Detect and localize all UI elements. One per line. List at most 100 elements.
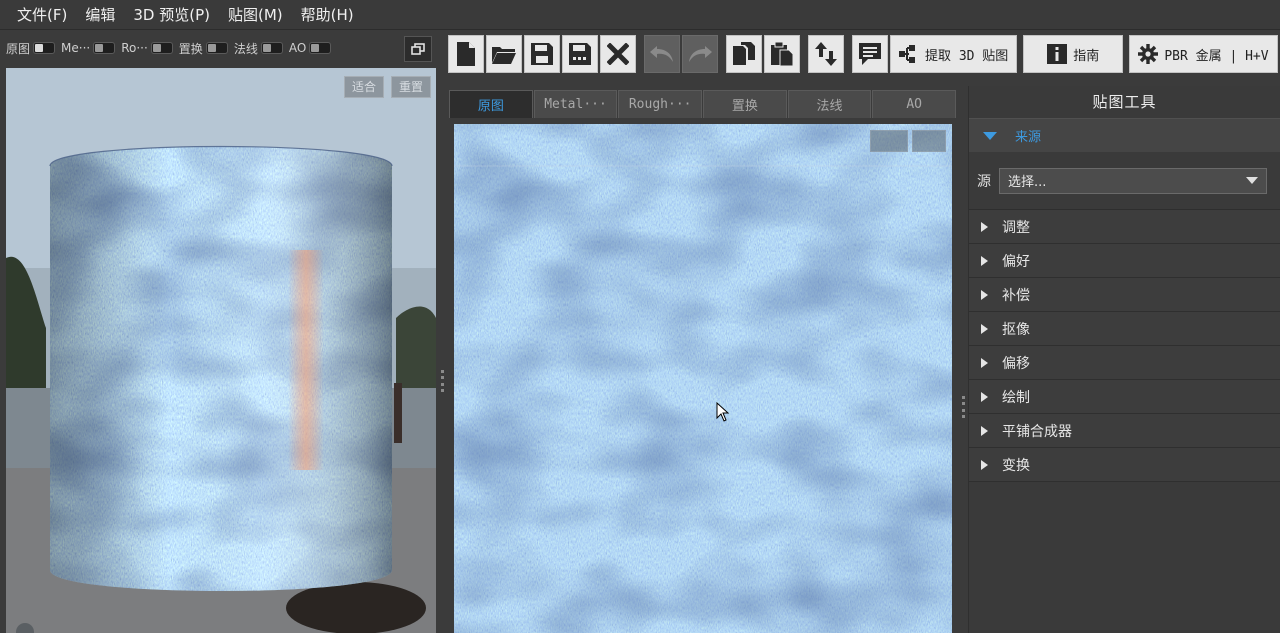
tab-roughness[interactable]: Rough··· bbox=[618, 90, 703, 118]
menu-3d-preview[interactable]: 3D 预览(P) bbox=[124, 0, 219, 30]
toggle-label: Me··· bbox=[61, 41, 91, 55]
menu-bar: 文件(F) 编辑 3D 预览(P) 贴图(M) 帮助(H) bbox=[0, 0, 1280, 30]
extract-icon bbox=[899, 45, 915, 63]
preview-toggles: 原图 Me··· Ro··· 置换 法线 AO bbox=[0, 33, 440, 63]
toggle-switch[interactable] bbox=[93, 42, 116, 54]
chevron-right-icon bbox=[981, 255, 988, 266]
texture-fit-button[interactable] bbox=[870, 130, 908, 152]
popout-window-button[interactable] bbox=[404, 36, 432, 62]
tab-displacement[interactable]: 置换 bbox=[703, 90, 787, 118]
undo-icon bbox=[650, 46, 673, 62]
section-offset[interactable]: 偏移 bbox=[969, 346, 1280, 380]
section-keying[interactable]: 抠像 bbox=[969, 312, 1280, 346]
source-select-value: 选择... bbox=[1008, 175, 1047, 190]
toggle-metallic[interactable]: Me··· bbox=[61, 41, 116, 55]
toggle-normal[interactable]: 法线 bbox=[234, 40, 283, 57]
tab-original[interactable]: 原图 bbox=[449, 90, 533, 118]
open-folder-icon bbox=[492, 47, 516, 64]
right-splitter-handle[interactable] bbox=[962, 396, 966, 418]
cylinder-model bbox=[49, 145, 393, 591]
toggle-switch[interactable] bbox=[260, 42, 283, 54]
chevron-right-icon bbox=[981, 323, 988, 334]
save-as-button[interactable] bbox=[562, 35, 598, 73]
copy-button[interactable] bbox=[726, 35, 762, 73]
tab-metallic[interactable]: Metal··· bbox=[533, 90, 618, 118]
section-label: 偏移 bbox=[1002, 355, 1030, 372]
section-label: 补偿 bbox=[1002, 287, 1030, 304]
paste-icon bbox=[771, 41, 794, 67]
section-compensation[interactable]: 补偿 bbox=[969, 278, 1280, 312]
chevron-right-icon bbox=[981, 459, 988, 470]
toggle-switch[interactable] bbox=[205, 42, 228, 54]
new-button[interactable] bbox=[448, 35, 484, 73]
source-label: 源 bbox=[977, 173, 991, 190]
mouse-cursor-icon bbox=[716, 402, 730, 422]
section-source-header[interactable]: 来源 bbox=[969, 118, 1280, 152]
info-icon bbox=[1047, 44, 1068, 64]
copy-icon bbox=[733, 42, 755, 65]
reset-button[interactable]: 重置 bbox=[391, 76, 432, 98]
toggle-original[interactable]: 原图 bbox=[6, 40, 56, 57]
paste-button[interactable] bbox=[764, 35, 800, 73]
chevron-right-icon bbox=[981, 289, 988, 300]
save-as-icon bbox=[569, 43, 591, 65]
undo-button[interactable] bbox=[644, 35, 680, 73]
comment-button[interactable] bbox=[852, 35, 888, 73]
section-paint[interactable]: 绘制 bbox=[969, 380, 1280, 414]
toggle-switch[interactable] bbox=[33, 42, 56, 54]
chevron-right-icon bbox=[981, 357, 988, 368]
toggle-label: 置换 bbox=[178, 41, 203, 56]
popout-icon bbox=[411, 43, 425, 55]
close-button[interactable] bbox=[600, 35, 636, 73]
chevron-right-icon bbox=[981, 221, 988, 232]
menu-edit[interactable]: 编辑 bbox=[76, 0, 124, 30]
section-label: 调整 bbox=[1002, 219, 1030, 236]
section-preferences[interactable]: 偏好 bbox=[969, 244, 1280, 278]
menu-help[interactable]: 帮助(H) bbox=[292, 0, 363, 30]
pbr-mode-button[interactable]: PBR 金属 | H+V bbox=[1129, 35, 1278, 73]
swap-icon bbox=[815, 42, 837, 66]
chevron-down-icon bbox=[983, 131, 997, 140]
toggle-label: Ro··· bbox=[121, 41, 148, 55]
guide-button[interactable]: 指南 bbox=[1023, 35, 1124, 73]
texture-reset-button[interactable] bbox=[912, 130, 946, 152]
toggle-label: AO bbox=[288, 41, 307, 55]
source-row: 源 选择... bbox=[969, 152, 1280, 210]
section-tiling-composer[interactable]: 平铺合成器 bbox=[969, 414, 1280, 448]
toggle-ao[interactable]: AO bbox=[288, 41, 332, 55]
tab-normal[interactable]: 法线 bbox=[787, 90, 872, 118]
map-tabs: 原图 Metal··· Rough··· 置换 法线 AO bbox=[449, 90, 957, 118]
toggle-switch[interactable] bbox=[309, 42, 332, 54]
new-file-icon bbox=[457, 42, 475, 66]
redo-button[interactable] bbox=[682, 35, 718, 73]
menu-file[interactable]: 文件(F) bbox=[8, 0, 76, 30]
toggle-roughness[interactable]: Ro··· bbox=[121, 41, 173, 55]
extract-3d-maps-button[interactable]: 提取 3D 贴图 bbox=[890, 35, 1018, 73]
section-label: 绘制 bbox=[1002, 389, 1030, 406]
chevron-right-icon bbox=[981, 391, 988, 402]
section-transform[interactable]: 变换 bbox=[969, 448, 1280, 482]
section-label: 平铺合成器 bbox=[1002, 423, 1072, 440]
pbr-mode-label: PBR 金属 | H+V bbox=[1164, 48, 1269, 64]
section-label: 抠像 bbox=[1002, 321, 1030, 338]
menu-maps[interactable]: 贴图(M) bbox=[219, 0, 292, 30]
toggle-displacement[interactable]: 置换 bbox=[179, 40, 228, 57]
guide-label: 指南 bbox=[1073, 48, 1100, 64]
left-splitter-handle[interactable] bbox=[441, 370, 445, 392]
section-source-label: 来源 bbox=[1015, 130, 1042, 145]
tab-ao[interactable]: AO bbox=[872, 90, 957, 118]
source-select[interactable]: 选择... bbox=[999, 167, 1267, 194]
map-tools-panel: 贴图工具 来源 源 选择... 调整 偏好 补偿 抠像 偏移 绘制 平铺合成器 … bbox=[968, 86, 1280, 633]
swap-button[interactable] bbox=[808, 35, 844, 73]
open-button[interactable] bbox=[486, 35, 522, 73]
section-adjust[interactable]: 调整 bbox=[969, 210, 1280, 244]
texture-canvas[interactable] bbox=[454, 124, 952, 633]
chevron-right-icon bbox=[981, 425, 988, 436]
toggle-label: 法线 bbox=[233, 41, 258, 56]
3d-viewport[interactable]: 适合 重置 bbox=[6, 68, 436, 633]
save-button[interactable] bbox=[524, 35, 560, 73]
fit-button[interactable]: 适合 bbox=[344, 76, 385, 98]
app-window: 文件(F) 编辑 3D 预览(P) 贴图(M) 帮助(H) 原图 Me··· R… bbox=[0, 0, 1280, 633]
main-toolbar: 提取 3D 贴图 指南 PBR 金属 | H+V bbox=[448, 34, 1278, 74]
toggle-switch[interactable] bbox=[150, 42, 173, 54]
